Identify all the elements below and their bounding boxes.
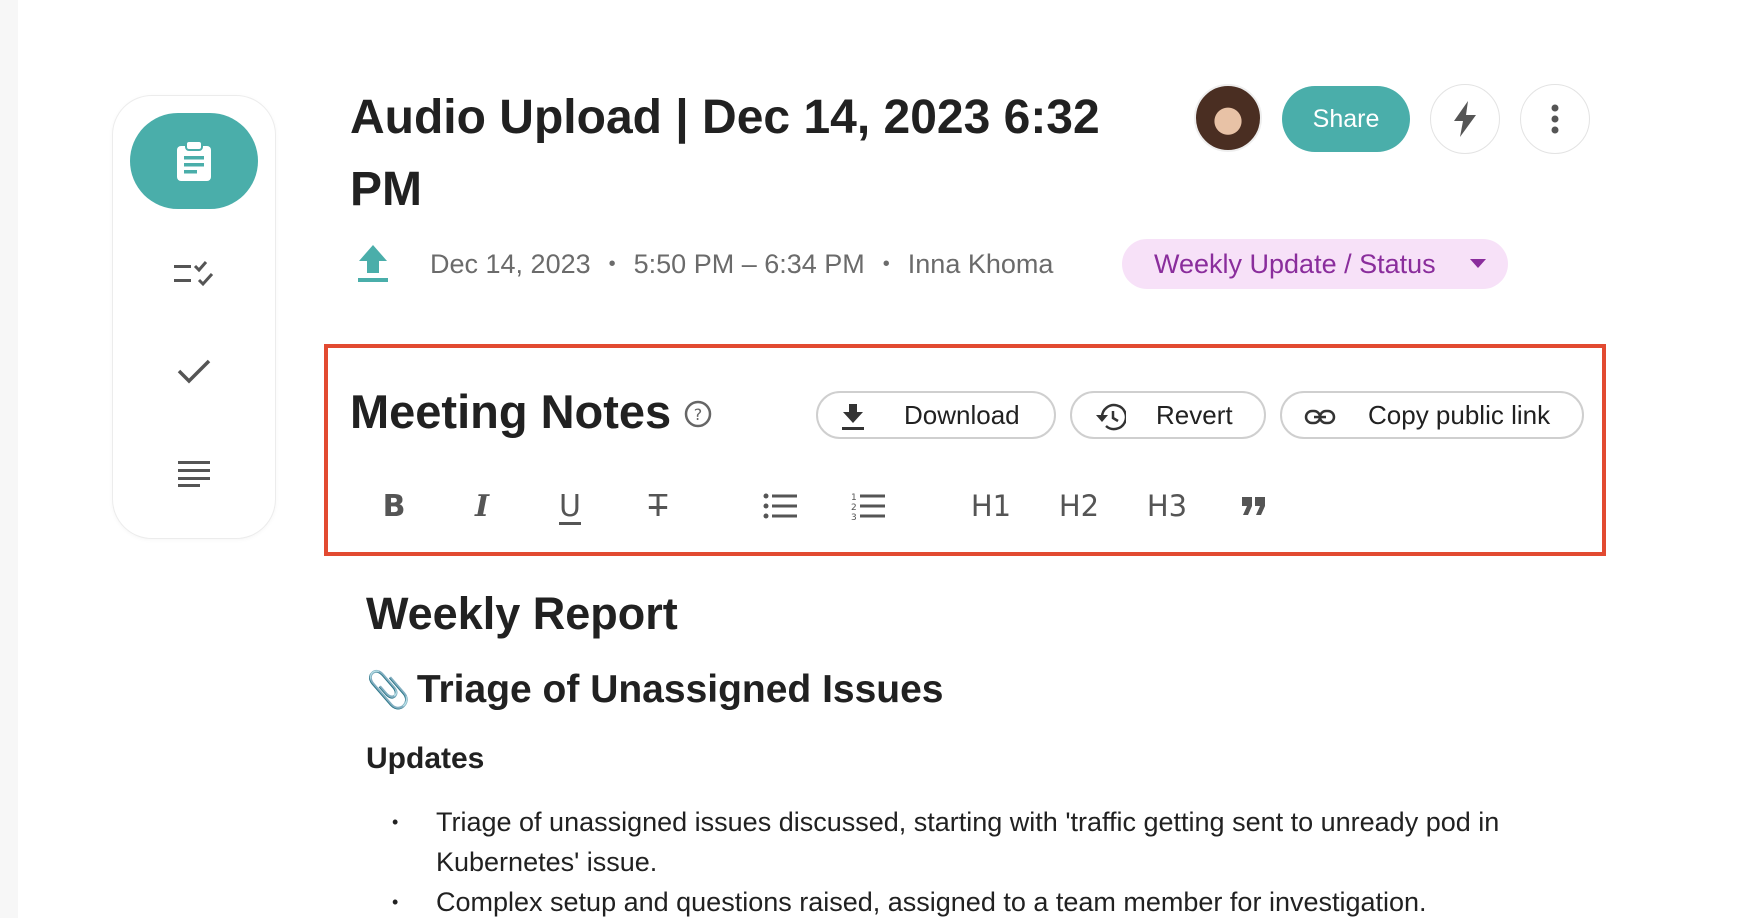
clipboard-icon [177, 140, 211, 181]
svg-text:?: ? [694, 405, 703, 424]
sidebar-item-notes[interactable] [130, 113, 258, 209]
sidebar-nav [112, 95, 276, 539]
heading2-label: H2 [1058, 489, 1100, 523]
subheading: Updates [366, 742, 485, 775]
more-options-button[interactable] [1520, 84, 1590, 154]
history-icon [1096, 403, 1126, 431]
report-heading: Weekly Report [366, 588, 678, 639]
template-dropdown[interactable]: Weekly Update / Status [1122, 239, 1508, 289]
checklist-icon [174, 261, 214, 287]
caret-down-icon [1470, 259, 1486, 268]
meeting-meta: Dec 14, 2023 • 5:50 PM – 6:34 PM • Inna … [430, 242, 1053, 286]
sidebar-item-completed[interactable] [154, 341, 234, 401]
meta-separator: • [882, 252, 890, 275]
list-item: Complex setup and questions raised, assi… [392, 882, 1562, 922]
highlight-box [324, 344, 1606, 556]
share-button[interactable]: Share [1282, 86, 1410, 152]
quote-icon [1242, 497, 1265, 515]
strikethrough-icon: T [648, 488, 668, 524]
svg-text:2: 2 [851, 503, 857, 513]
numbered-list-icon: 1 2 3 [851, 493, 885, 521]
link-icon [1304, 409, 1336, 425]
italic-icon: I [474, 488, 490, 524]
copy-public-link-button[interactable]: Copy public link [1280, 391, 1584, 439]
transcript-lines-icon [178, 461, 210, 487]
download-icon [842, 404, 864, 430]
revert-button[interactable]: Revert [1070, 391, 1266, 439]
sidebar-item-tasks[interactable] [154, 244, 234, 304]
bullet-list-icon [763, 493, 797, 519]
avatar[interactable] [1194, 84, 1262, 152]
download-label: Download [904, 399, 1020, 430]
underline-button[interactable]: U [552, 486, 588, 526]
bold-button[interactable]: B [376, 486, 412, 526]
heading1-button[interactable]: H1 [966, 486, 1016, 526]
meeting-time-range: 5:50 PM – 6:34 PM [633, 248, 865, 279]
revert-label: Revert [1156, 399, 1233, 430]
blockquote-button[interactable] [1236, 486, 1272, 526]
upload-icon [358, 245, 388, 282]
list-item: Triage of unassigned issues discussed, s… [392, 802, 1562, 882]
strikethrough-button[interactable]: T [640, 486, 676, 526]
heading3-button[interactable]: H3 [1142, 486, 1192, 526]
copy-link-label: Copy public link [1368, 399, 1551, 430]
sidebar-item-transcript[interactable] [154, 443, 234, 503]
bullet-list-button[interactable] [760, 486, 800, 526]
quick-action-button[interactable] [1430, 84, 1500, 154]
numbered-list-button[interactable]: 1 2 3 [848, 486, 888, 526]
section-title: Triage of Unassigned Issues [416, 668, 944, 711]
paperclip-emoji: 📎 [366, 669, 411, 710]
template-label: Weekly Update / Status [1154, 248, 1436, 279]
bold-icon: B [382, 488, 406, 524]
heading2-button[interactable]: H2 [1054, 486, 1104, 526]
meeting-date: Dec 14, 2023 [430, 248, 591, 279]
heading3-label: H3 [1146, 489, 1188, 523]
section-heading: 📎 Triage of Unassigned Issues [366, 668, 944, 712]
notes-bullet-list: Triage of unassigned issues discussed, s… [392, 802, 1562, 922]
help-icon[interactable]: ? [684, 400, 712, 428]
lightning-icon [1454, 101, 1476, 137]
italic-button[interactable]: I [464, 486, 500, 526]
page-title: Audio Upload | Dec 14, 2023 6:32 PM [350, 91, 1100, 216]
heading1-label: H1 [970, 489, 1012, 523]
more-vertical-icon [1551, 104, 1559, 134]
svg-text:1: 1 [851, 493, 857, 503]
notes-title: Meeting Notes [350, 385, 672, 438]
window-edge [0, 0, 18, 918]
meeting-author: Inna Khoma [907, 248, 1054, 279]
svg-text:3: 3 [851, 513, 857, 521]
meta-separator: • [608, 252, 616, 275]
download-button[interactable]: Download [816, 391, 1056, 439]
checkmark-icon [177, 359, 211, 384]
underline-icon: U [559, 488, 581, 524]
